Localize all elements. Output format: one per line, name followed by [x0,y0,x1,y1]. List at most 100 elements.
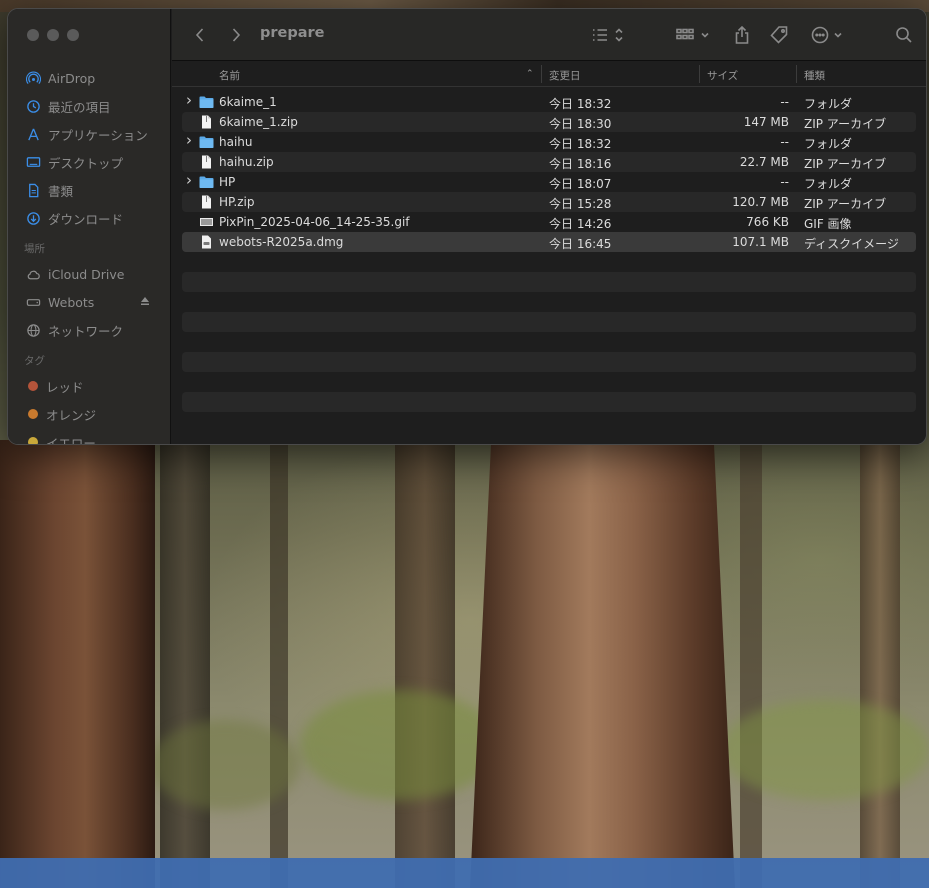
file-row[interactable]: › haihu 今日 18:32 -- フォルダ [182,131,916,152]
zoom-button[interactable] [67,29,79,41]
sidebar-section-locations: 場所 [24,243,45,255]
eject-icon[interactable] [140,296,150,306]
empty-row [182,332,916,352]
sidebar: AirDrop 最近の項目 アプリケーション デスクトップ 書類 ダウンロード … [8,9,171,444]
sidebar-item-airdrop[interactable]: AirDrop [8,64,170,92]
tag-icon [770,26,788,44]
search-button[interactable] [892,23,916,47]
minimize-button[interactable] [47,29,59,41]
back-button[interactable] [190,23,210,47]
file-row[interactable]: PixPin_2025-04-06_14-25-35.gif 今日 14:26 76… [182,212,916,232]
tag-orange-icon [28,409,38,419]
column-divider[interactable] [796,65,797,83]
more-icon [811,26,842,44]
file-row[interactable]: haihu.zip 今日 18:16 22.7 MB ZIP アーカイブ [182,152,916,172]
sidebar-item-label: レッド [46,379,84,395]
clock-icon [26,99,41,114]
sidebar-item-documents[interactable]: 書類 [8,176,170,204]
file-date: 今日 15:28 [549,197,612,211]
image-file-icon [199,215,214,229]
column-name-header[interactable]: 名前 [219,68,240,83]
sidebar-item-icloud-drive[interactable]: iCloud Drive [8,260,170,288]
tree-trunk [470,440,735,888]
column-divider[interactable] [699,65,700,83]
file-name: 6kaime_1.zip [219,115,298,129]
close-button[interactable] [27,29,39,41]
action-button[interactable] [810,23,850,47]
search-icon [896,27,912,43]
column-size-header[interactable]: サイズ [707,68,738,83]
view-list-button[interactable] [590,23,630,47]
finder-window: AirDrop 最近の項目 アプリケーション デスクトップ 書類 ダウンロード … [7,8,927,445]
empty-row [182,392,916,412]
file-row[interactable]: › 6kaime_1 今日 18:32 -- フォルダ [182,91,916,112]
file-kind: ZIP アーカイブ [804,117,887,131]
file-row[interactable]: webots-R2025a.dmg 今日 16:45 107.1 MB ディスクイメー… [182,232,916,252]
file-kind: ディスクイメージ [804,237,899,251]
list-view-icon [593,28,623,42]
cloud-icon [26,267,41,282]
document-icon [26,183,41,198]
file-list: › 6kaime_1 今日 18:32 -- フォルダ 6kaime_1.zip 今日 18… [182,91,916,432]
empty-row [182,412,916,432]
dock-edge [0,858,929,888]
sidebar-item-label: iCloud Drive [48,266,125,282]
file-kind: フォルダ [804,137,853,151]
file-kind: ZIP アーカイブ [804,157,887,171]
disk-image-icon [199,235,214,249]
grid-icon [676,28,709,40]
sidebar-item-tag-yellow[interactable]: イエロー [8,428,170,445]
file-size: -- [780,175,789,189]
share-icon [735,25,749,44]
sidebar-item-label: 最近の項目 [48,99,111,115]
file-date: 今日 18:07 [549,177,612,191]
file-name: PixPin_2025-04-06_14-25-35.gif [219,215,410,229]
zip-file-icon [199,155,214,169]
apps-icon [26,127,41,142]
column-kind-header[interactable]: 種類 [804,68,825,83]
chevron-left-icon [195,28,204,42]
file-size: 120.7 MB [732,195,789,209]
tag-button[interactable] [766,23,792,47]
sidebar-item-desktop[interactable]: デスクトップ [8,148,170,176]
sidebar-item-label: デスクトップ [48,155,124,171]
file-size: 147 MB [743,115,789,129]
disclosure-triangle-icon[interactable]: › [186,171,196,189]
sidebar-item-tag-orange[interactable]: オレンジ [8,400,170,428]
globe-icon [26,323,41,338]
sidebar-item-recents[interactable]: 最近の項目 [8,92,170,120]
forward-button[interactable] [226,23,246,47]
folder-icon [199,175,214,189]
column-divider[interactable] [541,65,542,83]
sidebar-item-webots[interactable]: Webots [8,288,170,316]
disclosure-triangle-icon[interactable]: › [186,91,196,109]
sort-ascending-icon[interactable]: ⌃ [526,69,534,79]
sidebar-item-label: ネットワーク [48,323,124,339]
disclosure-triangle-icon[interactable]: › [186,131,196,149]
folder-icon [199,135,214,149]
file-date: 今日 18:32 [549,137,612,151]
file-row[interactable]: HP.zip 今日 15:28 120.7 MB ZIP アーカイブ [182,192,916,212]
tree-trunk [395,440,455,888]
sidebar-item-label: アプリケーション [48,127,148,143]
disk-icon [26,295,41,310]
sidebar-item-tag-red[interactable]: レッド [8,372,170,400]
file-name: webots-R2025a.dmg [219,235,344,249]
empty-row [182,372,916,392]
file-row[interactable]: 6kaime_1.zip 今日 18:30 147 MB ZIP アーカイブ [182,112,916,132]
group-button[interactable] [674,23,714,47]
tag-yellow-icon [28,437,38,444]
window-controls [27,29,79,41]
sidebar-item-network[interactable]: ネットワーク [8,316,170,344]
share-button[interactable] [730,23,754,47]
airdrop-icon [26,71,41,86]
foliage [720,700,929,800]
sidebar-item-applications[interactable]: アプリケーション [8,120,170,148]
chevron-right-icon [232,28,241,42]
column-date-header[interactable]: 変更日 [549,68,581,83]
sidebar-list: AirDrop 最近の項目 アプリケーション デスクトップ 書類 ダウンロード … [8,64,170,445]
file-name: HP.zip [219,195,255,209]
file-row[interactable]: › HP 今日 18:07 -- フォルダ [182,171,916,192]
sidebar-item-label: イエロー [46,435,96,445]
sidebar-item-downloads[interactable]: ダウンロード [8,204,170,232]
